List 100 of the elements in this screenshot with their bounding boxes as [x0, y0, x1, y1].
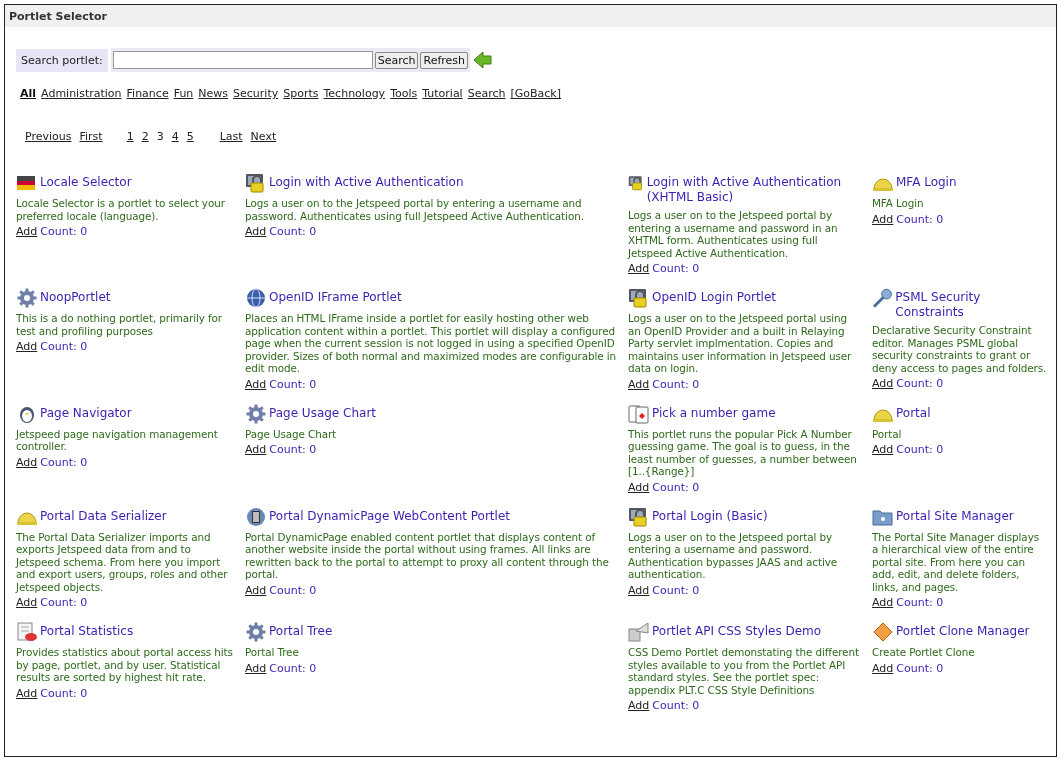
key-icon [872, 288, 894, 308]
portlet-description: Portal [872, 427, 903, 440]
gear-icon [245, 403, 267, 424]
portlet-description: This portlet runs the popular Pick A Number guessing game. The goal is to guess, in the least number of guesses, a number between [1..{Range}] [628, 427, 858, 478]
portlet-title-link[interactable]: NoopPortlet [40, 288, 111, 305]
portlet-title-link[interactable]: Portal Tree [269, 622, 333, 639]
search-button[interactable]: Search [374, 51, 419, 69]
portlet-title-link[interactable]: Login with Active Authentication (XHTML Basic) [646, 173, 862, 205]
page-link[interactable]: 5 [186, 130, 194, 143]
add-link[interactable]: Add [245, 377, 267, 391]
portlet-description: Portal DynamicPage enabled content portlet that displays content of another website inside the portal without using frames. All links are rewritten back to the portal to attempt to proxy all content through the portal. [245, 530, 610, 581]
portlet-title-link[interactable]: PSML Security Constraints [895, 288, 1048, 320]
portlet-title-link[interactable]: Portal DynamicPage WebContent Portlet [269, 506, 510, 524]
globe-icon [245, 288, 267, 308]
refresh-button[interactable]: Refresh [420, 51, 469, 69]
portlet-description: The Portal Data Serializer imports and exports Jetspeed data from and to Jetspeed schema. From here you import and export users, groups, roles and other Jetspeed objects. [16, 530, 229, 593]
portlet-description: The Portal Site Manager displays a hierarchical view of the entire portal site. From here you can add, edit, and delete folders, links, and pages. [872, 530, 1040, 593]
portlet-title-link[interactable]: Page Navigator [40, 403, 132, 421]
category-link[interactable]: Security [233, 87, 279, 100]
portlet-title-link[interactable]: Page Usage Chart [269, 403, 377, 421]
first-link[interactable]: First [79, 130, 103, 143]
last-link[interactable]: Last [219, 130, 243, 143]
portlet-title-link[interactable]: OpenID IFrame Portlet [269, 288, 402, 305]
portlet-title-link[interactable]: Portal [896, 403, 931, 421]
portlet-title-link[interactable]: Pick a number game [652, 403, 776, 421]
portlet-description: Places an HTML IFrame inside a portlet for easily hosting other web application content within a portlet. This portlet will display a configured page when the current session is not logged in using a specified OpenID provider. Sizes of both normal and maximized modes are configurable in edit mode. [245, 312, 618, 375]
portlet-title-link[interactable]: Portlet Clone Manager [896, 622, 1030, 639]
add-link[interactable]: Add [16, 340, 38, 353]
add-link[interactable]: Add [16, 686, 38, 700]
portlet-title-link[interactable]: Portal Statistics [40, 622, 134, 639]
category-link[interactable]: Finance [126, 87, 169, 100]
playing-cards-icon [628, 403, 650, 424]
count-label: Count: 0 [40, 686, 88, 700]
previous-link[interactable]: Previous [25, 130, 72, 143]
count-label: Count: 0 [40, 455, 88, 469]
category-link[interactable]: Tools [390, 87, 418, 100]
count-label: Count: 0 [896, 443, 944, 456]
portlet-title-link[interactable]: Portal Site Manager [896, 506, 1014, 524]
back-arrow-icon[interactable] [473, 50, 494, 70]
add-link[interactable]: Add [245, 225, 267, 238]
category-link[interactable]: Tutorial [422, 87, 463, 100]
category-link[interactable]: Fun [173, 87, 194, 100]
count-label: Count: 0 [269, 443, 317, 456]
portlet-description: Logs a user on to the Jetspeed portal by entering a username and password in an XHTML form. Authenticates using full Jetspeed Active Authentication. [628, 209, 839, 259]
count-label: Count: 0 [652, 480, 700, 494]
portlet-description: Jetspeed page navigation management controller. [16, 427, 219, 453]
category-link[interactable]: News [198, 87, 229, 100]
page-link[interactable]: 1 [126, 130, 134, 143]
add-link[interactable]: Add [16, 596, 38, 609]
category-link[interactable]: Technology [323, 87, 386, 100]
panel-title: Portlet Selector [5, 5, 1056, 27]
count-label: Count: 0 [40, 596, 88, 609]
add-link[interactable]: Add [628, 480, 650, 494]
portlet-title-link[interactable]: Portal Login (Basic) [652, 506, 768, 524]
add-link[interactable]: Add [872, 377, 894, 390]
lock-icon [245, 173, 267, 193]
count-label: Count: 0 [896, 661, 944, 675]
portlet-title-link[interactable]: Portal Data Serializer [40, 506, 167, 524]
portlet-description: Logs a user on to the Jetspeed portal by entering a username and password. Authentication bypasses JAAS and active authentication. [628, 530, 839, 581]
add-link[interactable]: Add [628, 699, 650, 712]
category-link[interactable]: All [20, 87, 37, 100]
page-link[interactable]: 2 [141, 130, 149, 143]
add-link[interactable]: Add [245, 443, 267, 456]
category-link[interactable]: Administration [41, 87, 122, 100]
portlet-description: Provides statistics about portal access hits by page, portlet, and by user. Statistical results are sorted by highest hit rate. [16, 646, 234, 684]
lock-icon [628, 288, 650, 308]
portlet-description: Declarative Security Constraint editor. Manages PSML global security constraints to grant or deny access to pages and folders. [872, 324, 1048, 374]
category-link[interactable]: Search [467, 87, 506, 100]
page-link[interactable]: 3 [156, 130, 164, 143]
add-link[interactable]: Add [16, 455, 38, 469]
count-label: Count: 0 [269, 583, 317, 597]
add-link[interactable]: Add [872, 661, 894, 675]
add-link[interactable]: Add [628, 583, 650, 597]
portlet-title-link[interactable]: Portlet API CSS Styles Demo [652, 622, 822, 639]
portlet-description: Logs a user on to the Jetspeed portal by entering a username and password. Authenticates using full Jetspeed Active Authentication. [245, 197, 585, 222]
portlet-description: Logs a user on to the Jetspeed portal using an OpenID Provider and a built in Relaying Party servlet implmentation. Copies and maintains user information in Jetspeed user data on login. [628, 312, 853, 375]
portlet-description: MFA Login [872, 197, 925, 210]
portlet-title-link[interactable]: Login with Active Authentication [269, 173, 464, 190]
count-label: Count: 0 [652, 583, 700, 597]
portlet-title-link[interactable]: Locale Selector [40, 173, 132, 190]
search-field[interactable] [112, 51, 373, 69]
category-link[interactable]: [GoBack] [510, 87, 562, 100]
portlet-description: Create Portlet Clone [872, 646, 976, 659]
portlet-title-link[interactable]: OpenID Login Portlet [652, 288, 777, 305]
page-link[interactable]: 4 [171, 130, 179, 143]
add-link[interactable]: Add [16, 225, 38, 238]
add-link[interactable]: Add [872, 596, 894, 609]
count-label: Count: 0 [652, 377, 700, 391]
report-icon [16, 622, 38, 642]
add-link[interactable]: Add [872, 212, 894, 226]
portlet-title-link[interactable]: MFA Login [896, 173, 957, 190]
category-link[interactable]: Sports [283, 87, 319, 100]
add-link[interactable]: Add [872, 443, 894, 456]
lock-icon [628, 173, 645, 193]
add-link[interactable]: Add [245, 583, 267, 597]
next-link[interactable]: Next [250, 130, 277, 143]
add-link[interactable]: Add [628, 377, 650, 391]
add-link[interactable]: Add [245, 661, 267, 675]
count-label: Count: 0 [896, 377, 944, 390]
add-link[interactable]: Add [628, 262, 650, 275]
